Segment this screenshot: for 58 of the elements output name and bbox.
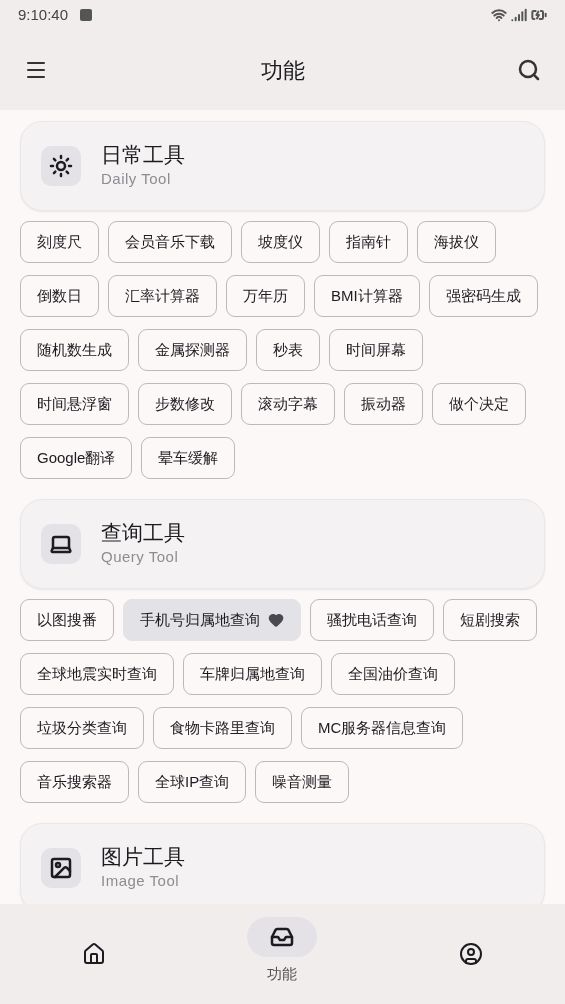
account-icon	[458, 942, 483, 966]
section-card[interactable]: 图片工具 Image Tool	[20, 823, 545, 904]
notification-icon	[80, 9, 93, 21]
tool-chip[interactable]: 音乐搜索器	[20, 761, 129, 803]
section-subtitle: Query Tool	[101, 546, 180, 567]
section-title: 查询工具	[101, 519, 185, 546]
tool-chip[interactable]: 做个决定	[432, 383, 526, 425]
tool-chip[interactable]: 指南针	[329, 221, 408, 263]
tool-chip[interactable]: 晕车缓解	[141, 437, 236, 479]
status-time: 9:10:40	[18, 4, 69, 25]
tool-chip[interactable]: 食物卡路里查询	[153, 707, 292, 749]
sun-icon	[49, 154, 73, 178]
section-card[interactable]: 查询工具 Query Tool	[20, 499, 545, 589]
inbox-icon	[270, 925, 295, 949]
tool-chip[interactable]: 短剧搜索	[443, 599, 537, 641]
search-icon	[517, 58, 541, 82]
tool-chip[interactable]: 噪音测量	[255, 761, 350, 803]
tool-chip[interactable]: 刻度尺	[20, 221, 99, 263]
tool-chip[interactable]: MC服务器信息查询	[301, 707, 464, 749]
tool-chip[interactable]: Google翻译	[20, 437, 133, 479]
tool-chip[interactable]: 滚动字幕	[241, 383, 335, 425]
section-title: 日常工具	[101, 141, 185, 168]
tool-chip[interactable]: 全球地震实时查询	[20, 653, 174, 695]
tool-chip[interactable]: 时间屏幕	[329, 329, 423, 371]
tool-chip[interactable]: 手机号归属地查询	[123, 599, 301, 641]
section-title: 图片工具	[101, 843, 185, 870]
tool-chip[interactable]: 垃圾分类查询	[20, 707, 144, 749]
tool-chip[interactable]: 随机数生成	[20, 329, 129, 371]
signal-icon	[511, 7, 527, 23]
page-title: 功能	[259, 56, 306, 85]
tool-chip[interactable]: 时间悬浮窗	[20, 383, 129, 425]
tool-chip[interactable]: 倒数日	[20, 275, 99, 317]
home-icon	[82, 942, 107, 966]
tool-chip[interactable]: 坡度仪	[241, 221, 320, 263]
tool-chip[interactable]: 以图搜番	[20, 599, 114, 641]
tool-chip[interactable]: 全球IP查询	[138, 761, 247, 803]
tool-chip[interactable]: BMI计算器	[314, 275, 420, 317]
tool-chip[interactable]: 步数修改	[138, 383, 232, 425]
nav-label: 功能	[267, 964, 298, 984]
tool-chip[interactable]: 万年历	[226, 275, 305, 317]
section-card[interactable]: 日常工具 Daily Tool	[20, 121, 545, 211]
tool-chip[interactable]: 海拔仪	[417, 221, 496, 263]
wifi-icon	[491, 7, 507, 23]
tool-chip[interactable]: 金属探测器	[138, 329, 247, 371]
tool-chip[interactable]: 骚扰电话查询	[310, 599, 434, 641]
section-subtitle: Image Tool	[101, 870, 181, 891]
tool-chip[interactable]: 秒表	[256, 329, 320, 371]
section-subtitle: Daily Tool	[101, 168, 172, 189]
tool-chip[interactable]: 汇率计算器	[108, 275, 217, 317]
battery-icon	[531, 7, 547, 23]
tool-chip[interactable]: 振动器	[344, 383, 423, 425]
nav-tab[interactable]	[247, 917, 318, 957]
tool-chip[interactable]: 强密码生成	[428, 275, 538, 317]
heart-icon	[268, 612, 284, 628]
tool-chip[interactable]: 全国油价查询	[331, 653, 455, 695]
tool-chip[interactable]: 车牌归属地查询	[183, 653, 322, 695]
tool-chip[interactable]: 会员音乐下载	[108, 221, 232, 263]
image-icon	[49, 856, 73, 880]
